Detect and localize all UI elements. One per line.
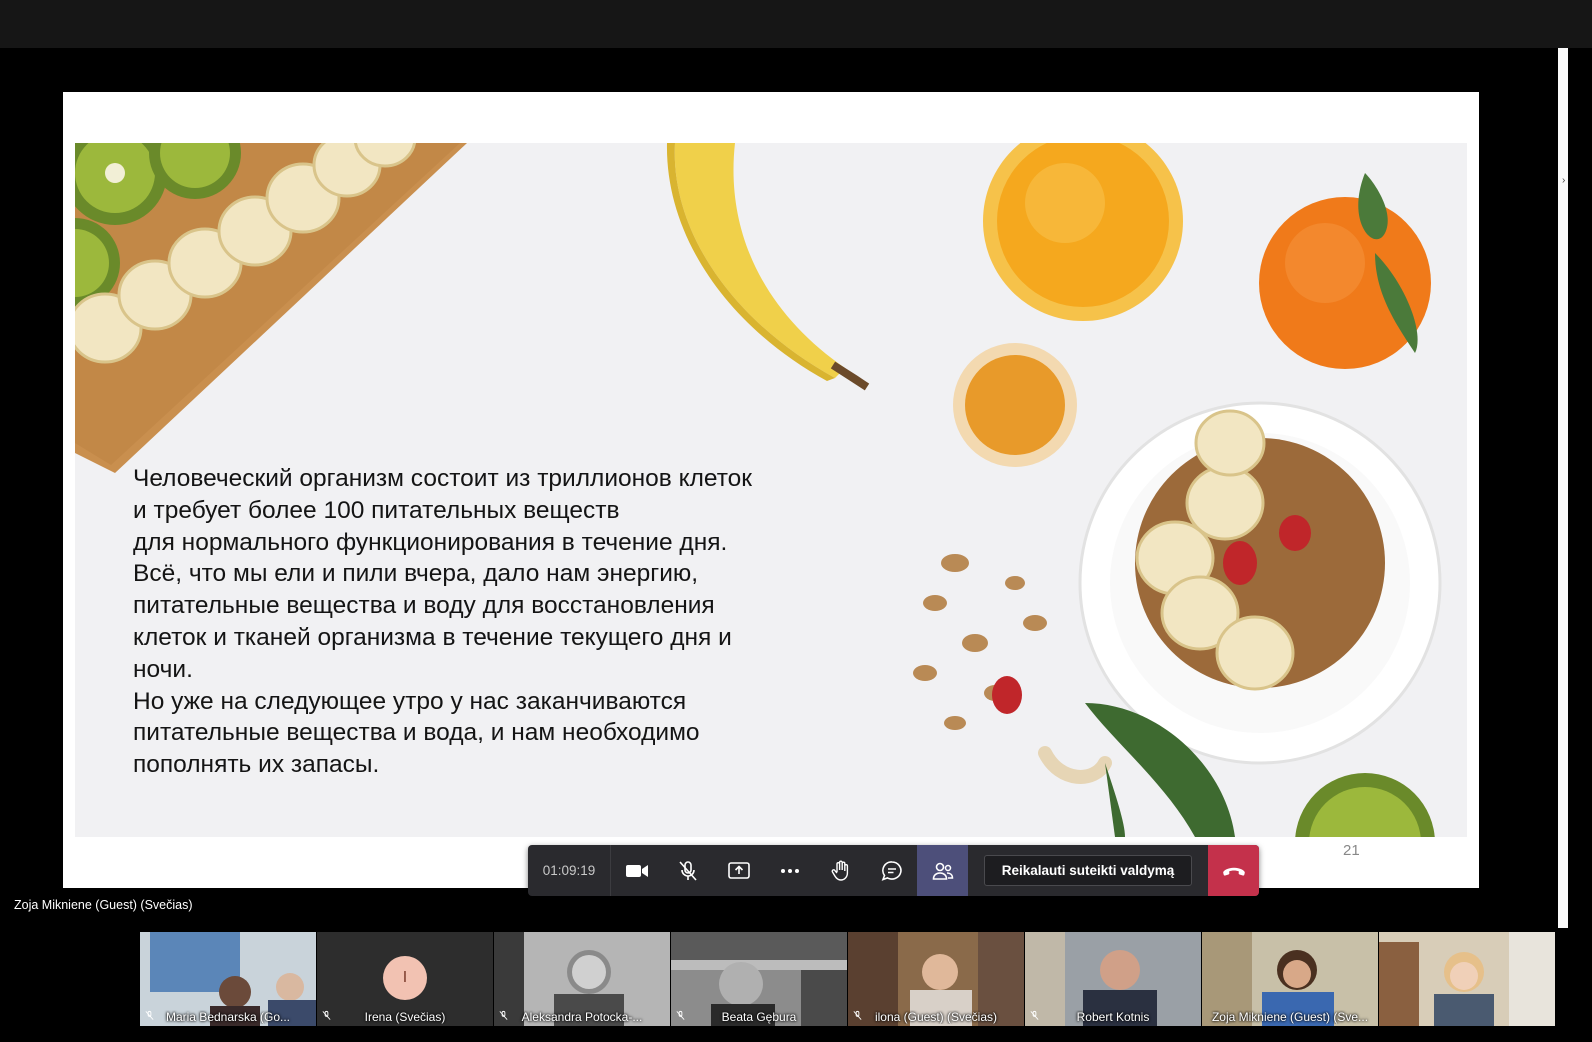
slide-text-line: питательные вещества и воду для восстано… [133, 592, 715, 620]
slide-text-line: пополнять их запасы. [133, 751, 380, 779]
participant-name-row: Maria Bednarska (Go... [140, 1010, 316, 1024]
participant-tile[interactable] [1379, 932, 1555, 1026]
camera-icon [625, 864, 648, 877]
mic-off-icon [322, 1010, 331, 1020]
participant-strip: Maria Bednarska (Go... I Irena (Svečias)… [140, 932, 1558, 1026]
slide-text-line: Но уже на следующее утро у нас заканчива… [133, 687, 687, 715]
presenter-name-label: Zoja Mikniene (Guest) (Svečias) [14, 898, 193, 912]
mic-off-icon [145, 1010, 154, 1020]
mic-off-icon [853, 1010, 862, 1020]
participant-name-row: ilona (Guest) (Svečias) [848, 1010, 1024, 1024]
participants-icon [932, 862, 953, 880]
slide-text-line: клеток и тканей организма в течение теку… [133, 623, 732, 651]
participant-name: Beata Gębura [721, 1010, 797, 1024]
participant-name-row: Aleksandra Potocka-... [494, 1010, 670, 1024]
meeting-timer: 01:09:19 [528, 845, 611, 896]
meeting-controls-bar: 01:09:19 Reikalauti suteikti valdymą [528, 845, 1259, 896]
hang-up-button[interactable] [1208, 845, 1259, 896]
participant-name: Aleksandra Potocka-... [521, 1010, 643, 1024]
slide-page-number: 21 [1343, 842, 1360, 859]
participant-tile[interactable]: Aleksandra Potocka-... [494, 932, 670, 1026]
shared-slide: Человеческий организм состоит из триллио… [63, 92, 1479, 888]
camera-toggle-button[interactable] [611, 845, 662, 896]
participant-name-row: Beata Gębura [671, 1010, 847, 1024]
share-tray-icon [727, 861, 750, 879]
participant-tile[interactable]: ilona (Guest) (Svečias) [848, 932, 1024, 1026]
participant-name-row: Robert Kotnis [1025, 1010, 1201, 1024]
share-screen-button[interactable] [713, 845, 764, 896]
mic-off-icon [499, 1010, 508, 1020]
participant-tile[interactable]: Beata Gębura [671, 932, 847, 1026]
slide-text-line: Всё, что мы ели и пили вчера, дало нам э… [133, 560, 699, 588]
mic-off-icon [676, 1010, 685, 1020]
participant-name-row: Irena (Svečias) [317, 1010, 493, 1024]
slide-text-line: и требует более 100 питательных веществ [133, 496, 620, 524]
slide-text-line: для нормального функционирования в течен… [133, 528, 728, 556]
participant-tile[interactable]: Zoja Mikniene (Guest) (Sve... [1202, 932, 1378, 1026]
participant-name: Zoja Mikniene (Guest) (Sve... [1211, 1010, 1369, 1024]
participant-name: Irena (Svečias) [364, 1010, 446, 1024]
participant-name: Robert Kotnis [1076, 1010, 1150, 1024]
slide-text-line: Человеческий организм состоит из триллио… [133, 465, 753, 492]
chat-icon [881, 860, 902, 881]
request-control-area: Reikalauti suteikti valdymą [968, 855, 1208, 886]
request-control-button[interactable]: Reikalauti suteikti valdymą [983, 855, 1193, 886]
participant-name-row: Zoja Mikniene (Guest) (Sve... [1202, 1010, 1378, 1024]
slide-body-text: Человеческий организм состоит из триллио… [133, 463, 893, 781]
participant-tile[interactable]: Maria Bednarska (Go... [140, 932, 316, 1026]
slide-text-line: ночи. [133, 655, 193, 683]
slide-food-photo: Человеческий организм состоит из триллио… [75, 143, 1467, 837]
participant-tile[interactable]: Robert Kotnis [1025, 932, 1201, 1026]
participant-avatar: I [383, 956, 427, 1000]
chat-button[interactable] [866, 845, 917, 896]
mic-off-icon [678, 860, 697, 881]
participant-video [1379, 932, 1555, 1026]
participants-button[interactable] [917, 845, 968, 896]
window-top-bar [0, 0, 1592, 48]
more-icon [780, 868, 799, 873]
raise-hand-icon [831, 860, 848, 881]
participant-tile[interactable]: I Irena (Svečias) [317, 932, 493, 1026]
raise-hand-button[interactable] [815, 845, 866, 896]
hang-up-icon [1222, 867, 1245, 876]
mic-toggle-button[interactable] [662, 845, 713, 896]
more-actions-button[interactable] [764, 845, 815, 896]
participant-name: Maria Bednarska (Go... [165, 1010, 291, 1024]
mic-off-icon [1030, 1010, 1039, 1020]
scroll-arrow-icon[interactable]: › [1562, 175, 1565, 186]
slide-text-line: питательные вещества и вода, и нам необх… [133, 719, 700, 747]
participant-name: ilona (Guest) (Svečias) [874, 1010, 998, 1024]
